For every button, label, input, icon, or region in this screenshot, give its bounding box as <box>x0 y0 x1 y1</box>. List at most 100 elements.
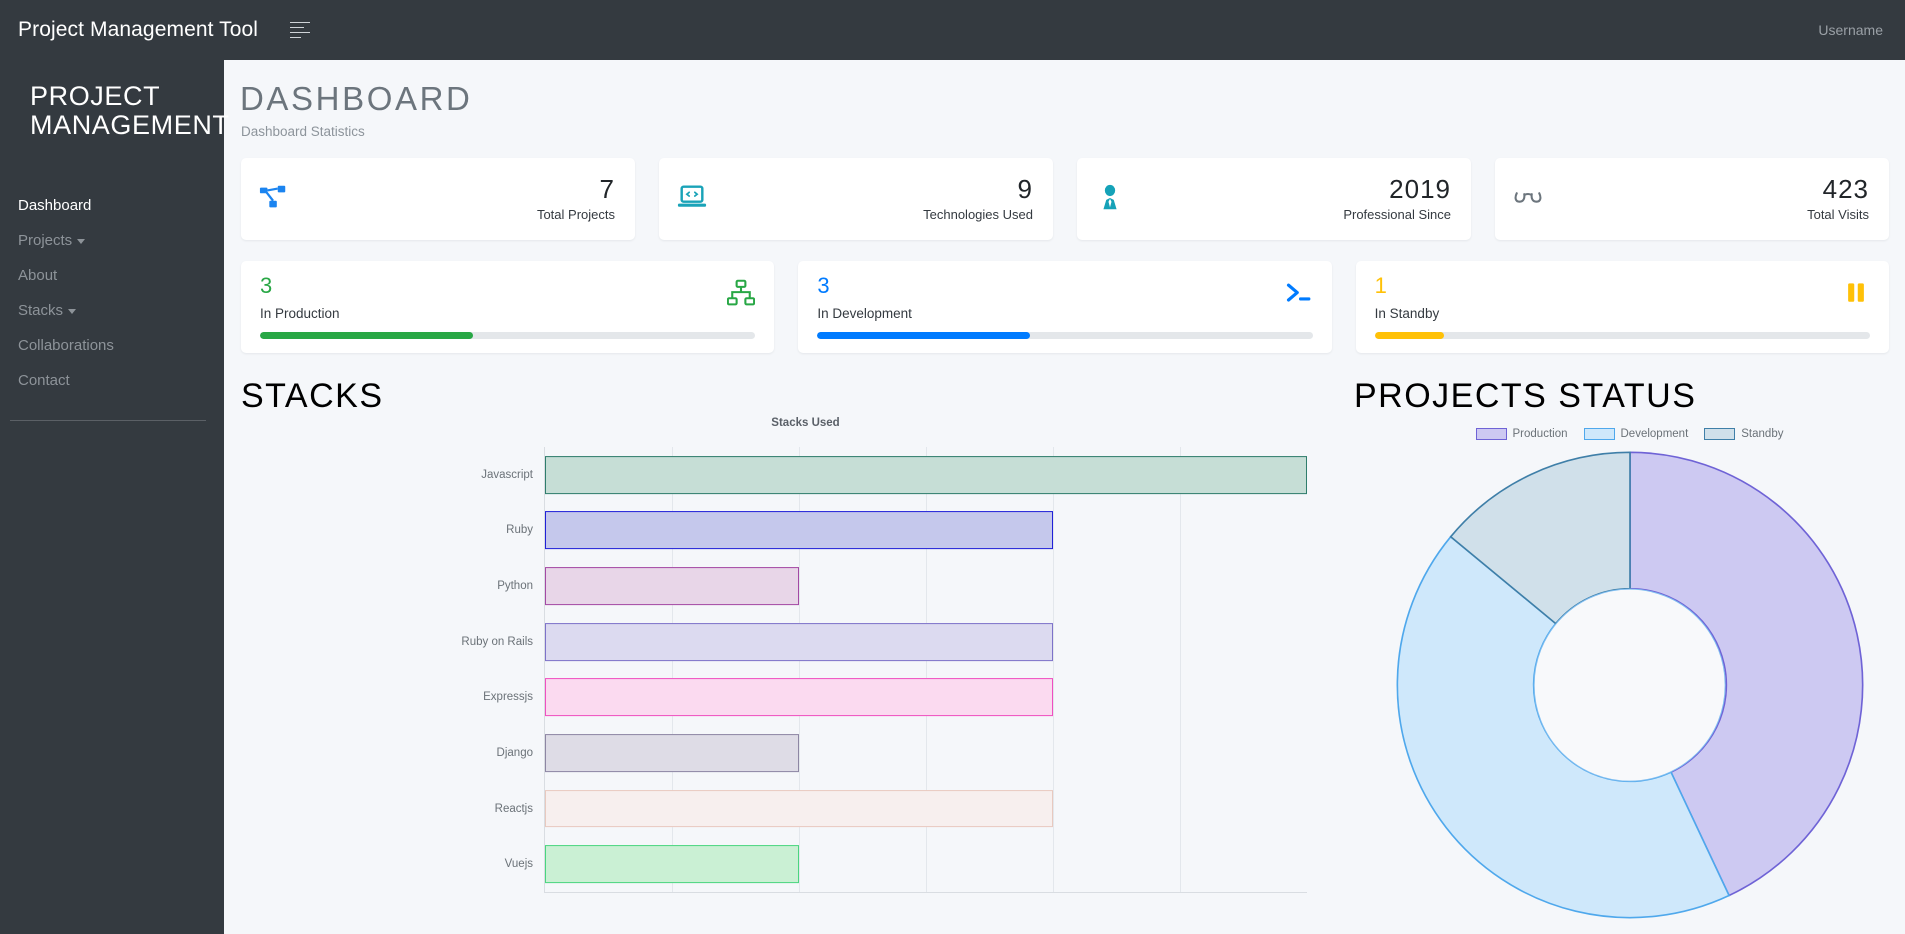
stacks-chart-panel: STACKS Stacks Used Javascript Ruby Python R… <box>224 377 1354 897</box>
sidebar-item-contact[interactable]: Contact <box>0 363 224 398</box>
progress-bar-fill <box>1374 332 1444 339</box>
page-title: DASHBOARD <box>240 80 473 117</box>
stat-value: 7 <box>599 173 615 204</box>
sidebar-item-projects[interactable]: Projects <box>0 223 224 258</box>
legend-swatch <box>1475 428 1507 440</box>
bar-category-label: Ruby <box>506 524 533 537</box>
bar-javascript[interactable] <box>545 455 1307 494</box>
bar-vuejs[interactable] <box>545 845 799 884</box>
user-tie-icon <box>1095 182 1125 217</box>
username-label[interactable]: Username <box>1818 22 1883 38</box>
sidebar-item-dashboard[interactable]: Dashboard <box>0 188 224 223</box>
bar-chart-plot: Javascript Ruby Python Ruby on Rails Express… <box>461 447 1307 893</box>
stacks-bar-chart: Stacks Used Javascript Ruby Python Ruby on … <box>304 417 1307 893</box>
projects-status-heading: PROJECTS STATUS <box>1354 377 1697 415</box>
progress-value: 3 <box>817 273 830 298</box>
sitemap-icon <box>259 182 289 217</box>
progress-card-in-production[interactable]: 3 In Production <box>241 261 775 353</box>
bar-category-label: Expressjs <box>483 691 533 704</box>
sidebar-item-label: Dashboard <box>18 197 92 215</box>
stat-value: 2019 <box>1389 173 1451 204</box>
legend-item-production[interactable]: Production <box>1475 428 1568 440</box>
bar-django[interactable] <box>545 734 799 772</box>
stat-text-group: 423 Total Visits <box>1807 173 1869 222</box>
stat-value: 423 <box>1822 173 1869 204</box>
sidebar-item-label: Contact <box>18 372 70 390</box>
progress-text-group: 3 In Production <box>260 273 340 322</box>
terminal-icon <box>1285 279 1313 312</box>
progress-value: 3 <box>260 273 273 298</box>
stat-card-total-visits[interactable]: 423 Total Visits <box>1495 158 1889 240</box>
legend-label: Production <box>1512 428 1568 440</box>
bar-reactjs[interactable] <box>545 789 1053 828</box>
sidebar-item-label: Collaborations <box>18 337 114 355</box>
bar-row: Vuejs <box>505 836 1307 892</box>
bar-python[interactable] <box>545 567 799 605</box>
bar-ruby[interactable] <box>545 511 1053 550</box>
donut-hole <box>1533 588 1726 782</box>
stat-label: Professional Since <box>1343 207 1451 223</box>
stat-value: 9 <box>1017 173 1033 204</box>
progress-label: In Development <box>817 306 912 321</box>
stat-text-group: 7 Total Projects <box>537 173 615 222</box>
network-icon <box>727 279 756 312</box>
pause-icon <box>1842 279 1870 312</box>
bar-row: Ruby on Rails <box>461 614 1307 670</box>
sidebar-item-stacks[interactable]: Stacks <box>0 293 224 328</box>
sidebar-item-about[interactable]: About <box>0 258 224 293</box>
bar-row: Javascript <box>481 447 1307 503</box>
progress-label: In Standby <box>1374 306 1440 321</box>
hamburger-icon[interactable] <box>290 20 312 40</box>
stat-card-total-projects[interactable]: 7 Total Projects <box>241 158 635 240</box>
donut-legend: Production Development Standby <box>1354 428 1905 440</box>
bar-row: Python <box>497 558 1307 614</box>
sidebar-title-line2: MANAGEMENT <box>30 110 230 141</box>
page-subtitle: Dashboard Statistics <box>241 124 365 139</box>
main-content: DASHBOARD Dashboard Statistics 7 Total Pr… <box>224 60 1905 934</box>
bar-ruby-on-rails[interactable] <box>545 622 1053 661</box>
bar-category-label: Reactjs <box>494 802 533 815</box>
sidebar-divider <box>10 420 206 422</box>
stat-text-group: 2019 Professional Since <box>1343 173 1451 223</box>
laptop-code-icon <box>677 182 707 217</box>
progress-text-group: 3 In Development <box>817 273 912 322</box>
app-brand-title: Project Management Tool <box>18 18 259 41</box>
chevron-down-icon <box>68 308 77 314</box>
progress-bar-track <box>1374 332 1870 339</box>
stat-label: Technologies Used <box>923 207 1033 223</box>
progress-card-header: 3 In Production <box>260 273 756 322</box>
progress-bar-fill <box>260 332 473 339</box>
sidebar-item-label: Projects <box>18 232 73 250</box>
sidebar: PROJECT MANAGEMENT Dashboard Projects Abou… <box>0 60 230 934</box>
sidebar-title: PROJECT MANAGEMENT <box>0 60 230 141</box>
legend-item-development[interactable]: Development <box>1583 428 1688 440</box>
bar-category-label: Python <box>497 580 533 593</box>
stacks-heading: STACKS <box>241 377 384 415</box>
bar-expressjs[interactable] <box>545 678 1053 717</box>
glasses-icon <box>1513 182 1543 217</box>
bar-chart-title: Stacks Used <box>771 417 840 429</box>
bar-category-label: Javascript <box>481 468 533 481</box>
progress-card-header: 1 In Standby <box>1375 275 1870 321</box>
legend-label: Standby <box>1741 428 1784 440</box>
legend-swatch <box>1704 428 1736 440</box>
charts-area: STACKS Stacks Used Javascript Ruby Python R… <box>224 377 1905 919</box>
bar-category-label: Django <box>496 746 533 759</box>
legend-swatch <box>1583 428 1615 440</box>
progress-card-in-development[interactable]: 3 In Development <box>798 261 1332 353</box>
projects-status-panel: PROJECTS STATUS Production Development Sta… <box>1354 377 1905 919</box>
stat-card-professional-since[interactable]: 2019 Professional Since <box>1077 158 1471 240</box>
sidebar-item-collaborations[interactable]: Collaborations <box>0 328 224 363</box>
stat-card-technologies-used[interactable]: 9 Technologies Used <box>659 158 1053 240</box>
bar-row: Expressjs <box>483 670 1307 726</box>
legend-item-standby[interactable]: Standby <box>1704 428 1783 440</box>
progress-card-in-standby[interactable]: 1 In Standby <box>1355 261 1889 353</box>
progress-cards-row: 3 In Production 3 In Development 1 In Standby <box>241 261 1889 353</box>
stat-cards-row: 7 Total Projects 9 Technologies Used 2019 Pro… <box>241 158 1889 240</box>
progress-bar-track <box>817 332 1313 339</box>
progress-value: 1 <box>1374 273 1387 298</box>
bar-category-label: Ruby on Rails <box>461 635 533 648</box>
bar-row: Reactjs <box>495 781 1307 837</box>
projects-status-donut <box>1395 450 1865 920</box>
bar-row: Django <box>497 725 1307 781</box>
